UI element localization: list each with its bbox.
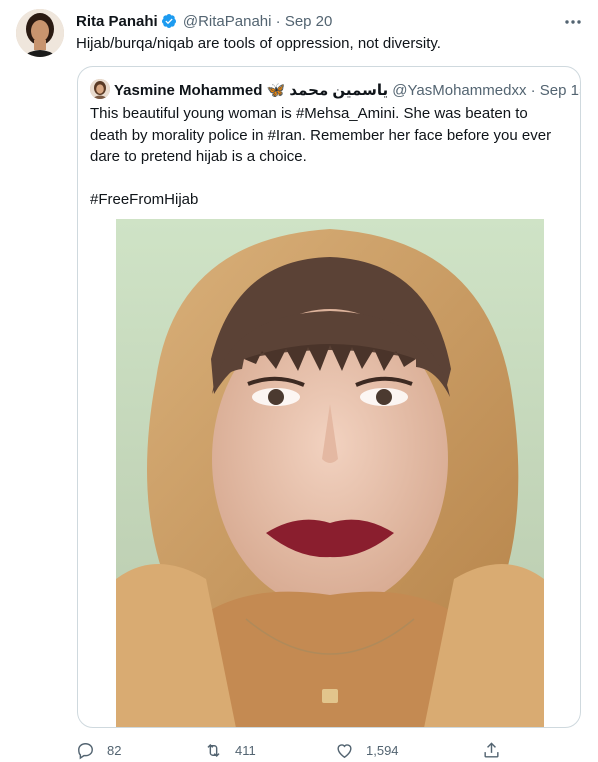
quoted-tweet[interactable]: Yasmine Mohammed 🦋 ياسمين محمد @YasMoham…: [77, 66, 581, 728]
author-name[interactable]: Rita Panahi: [76, 13, 158, 30]
portrait-photo[interactable]: [116, 219, 544, 727]
verified-badge-icon: [161, 13, 177, 29]
retweet-icon: [207, 743, 220, 757]
tweet: Rita Panahi @RitaPanahi · Sep 20 Hijab/b…: [0, 0, 598, 762]
tweet-text: Hijab/burqa/niqab are tools of oppressio…: [76, 35, 441, 52]
more-icon[interactable]: [562, 12, 584, 32]
like-count: 1,594: [366, 742, 399, 758]
butterfly-emoji: 🦋: [266, 82, 286, 99]
author-handle[interactable]: @RitaPanahi: [183, 13, 272, 30]
quote-separator-dot: ·: [530, 82, 536, 99]
reply-count: 82: [107, 742, 122, 758]
like-button[interactable]: 1,594: [335, 738, 399, 762]
share-button[interactable]: [482, 738, 501, 762]
quote-author-avatar: [90, 79, 110, 99]
tweet-date[interactable]: Sep 20: [285, 13, 333, 30]
separator-dot: ·: [275, 13, 281, 30]
quote-hashtag[interactable]: #FreeFromHijab: [90, 189, 568, 211]
tweet-header: Rita Panahi @RitaPanahi · Sep 20: [76, 12, 582, 32]
retweet-button[interactable]: 411: [204, 738, 256, 762]
quote-author-arabic-name: ياسمين محمد: [289, 82, 389, 99]
quote-header: Yasmine Mohammed 🦋 ياسمين محمد @YasMoham…: [90, 79, 580, 99]
quote-author-name: Yasmine Mohammed: [114, 82, 263, 99]
quote-text: This beautiful young woman is #Mehsa_Ami…: [90, 103, 568, 210]
quote-date: Sep 15: [539, 82, 580, 99]
quote-author-handle: @YasMohammedxx: [392, 82, 527, 99]
reply-icon: [78, 742, 93, 759]
share-icon: [484, 741, 499, 758]
reply-button[interactable]: 82: [76, 738, 121, 762]
quote-text-body: This beautiful young woman is #Mehsa_Ami…: [90, 105, 552, 165]
heart-icon: [337, 743, 352, 758]
action-bar: 82 411 1,594: [76, 738, 516, 762]
author-avatar[interactable]: [16, 9, 64, 57]
retweet-count: 411: [235, 742, 256, 758]
